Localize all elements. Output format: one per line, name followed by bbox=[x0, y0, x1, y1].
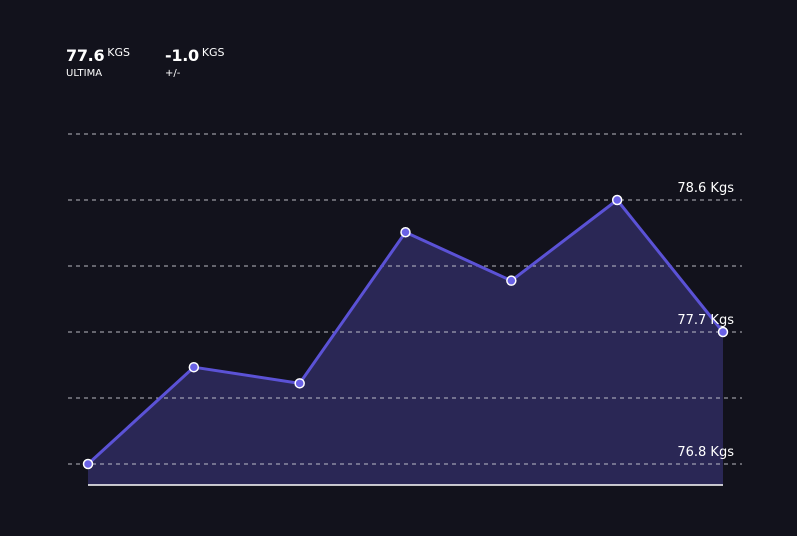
data-point-0 bbox=[82, 458, 94, 470]
data-point-2 bbox=[294, 378, 305, 389]
data-point-5 bbox=[611, 194, 623, 206]
data-point-1 bbox=[188, 361, 200, 373]
reference-label-0: 78.6 Kgs bbox=[677, 181, 734, 196]
data-point-3 bbox=[400, 227, 411, 238]
weight-area-chart: 78.6 Kgs 77.7 Kgs 76.8 Kgs bbox=[68, 133, 742, 486]
data-point-4 bbox=[506, 275, 517, 286]
reference-label-2: 76.8 Kgs bbox=[677, 445, 734, 460]
reference-label-1: 77.7 Kgs bbox=[677, 313, 734, 328]
data-point-6 bbox=[717, 326, 729, 338]
area-fill bbox=[88, 200, 723, 485]
